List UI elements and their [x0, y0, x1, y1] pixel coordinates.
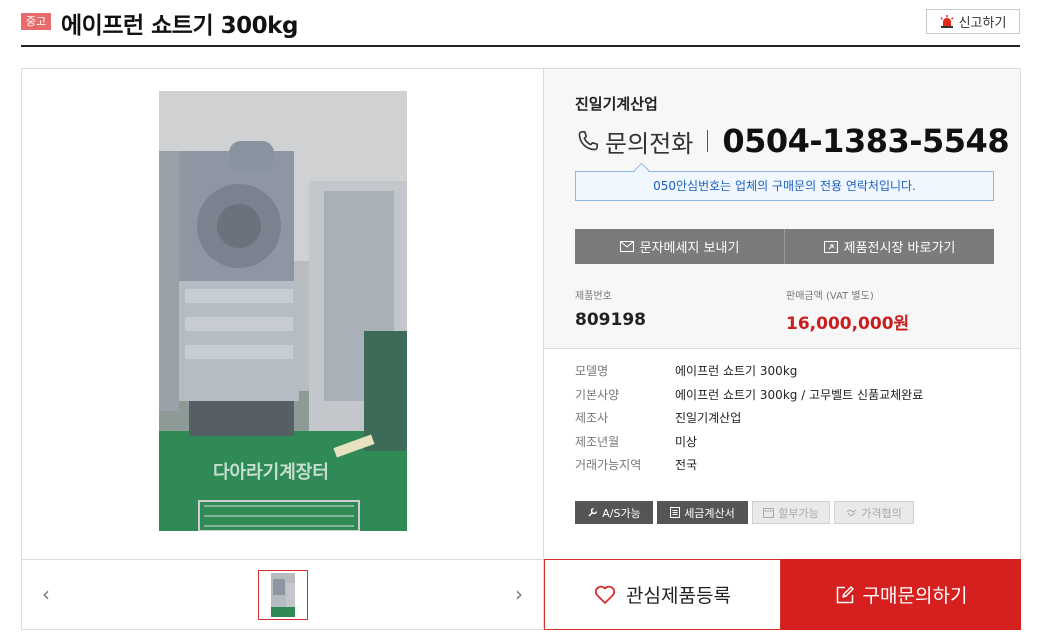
thumbnail-item[interactable]	[258, 570, 308, 620]
spec-row: 기본사양 에이프런 쇼트기 300kg / 고무벨트 신품교체완료	[575, 383, 995, 407]
spec-value: 에이프런 쇼트기 300kg / 고무벨트 신품교체완료	[675, 387, 924, 402]
wishlist-button[interactable]: 관심제품등록	[544, 559, 781, 630]
report-button[interactable]: 신고하기	[926, 9, 1020, 34]
page-header: 중고 에이프런 쇼트기 300kg 신고하기	[21, 0, 1020, 47]
tag-label: 가격협의	[861, 506, 902, 520]
spec-key: 기본사양	[575, 387, 620, 402]
inquiry-button[interactable]: 구매문의하기	[781, 559, 1021, 630]
chevron-right-icon: ›	[515, 582, 523, 606]
spec-row: 제조사 진일기계산업	[575, 406, 995, 430]
showroom-label: 제품전시장 바로가기	[843, 241, 956, 256]
used-badge: 중고	[21, 13, 51, 30]
send-message-button[interactable]: 문자메세지 보내기	[575, 229, 784, 264]
phone-number[interactable]: 0504-1383-5548	[722, 122, 1009, 160]
product-number: 809198	[575, 310, 646, 330]
info-panel: 진일기계산업 문의전화 0504-1383-5548 050안심번호는 업체의 …	[544, 69, 1020, 559]
heart-icon	[595, 585, 616, 604]
spec-value: 전국	[675, 458, 698, 473]
external-link-icon	[823, 240, 838, 253]
product-panel: 다아라기계장터 ‹ › 진일기계산업 문의전화 0504-1383-5548 0…	[21, 68, 1021, 630]
tag-label: A/S가능	[602, 506, 641, 520]
phone-divider	[707, 130, 709, 152]
spec-key: 거래가능지역	[575, 458, 642, 473]
tag-installment: 할부가능	[752, 501, 830, 524]
feature-tags: A/S가능 세금계산서 할부가능 가격협의	[575, 501, 914, 524]
tag-price-negotiable: 가격협의	[834, 501, 914, 524]
photo-watermark: 다아라기계장터	[213, 462, 329, 483]
send-message-label: 문자메세지 보내기	[639, 241, 740, 256]
spec-row: 모델명 에이프런 쇼트기 300kg	[575, 359, 995, 383]
siren-icon	[940, 14, 954, 28]
handshake-icon	[846, 509, 857, 517]
spec-list: 모델명 에이프런 쇼트기 300kg 기본사양 에이프런 쇼트기 300kg /…	[575, 359, 995, 477]
receipt-icon	[670, 507, 681, 518]
tag-label: 세금계산서	[684, 506, 735, 520]
next-image-button[interactable]: ›	[509, 582, 529, 606]
bottom-actions: 관심제품등록 구매문의하기	[544, 559, 1021, 630]
tag-tax-invoice: 세금계산서	[657, 501, 748, 524]
inquiry-label: 구매문의하기	[862, 585, 968, 607]
spec-key: 제조사	[575, 411, 609, 426]
phone-row: 문의전화 0504-1383-5548	[575, 119, 1010, 163]
tag-label: 할부가능	[778, 506, 819, 520]
report-label: 신고하기	[958, 16, 1007, 31]
contact-actions: 문자메세지 보내기 제품전시장 바로가기	[575, 229, 994, 264]
company-name: 진일기계산업	[575, 95, 658, 113]
contact-section: 진일기계산업 문의전화 0504-1383-5548 050안심번호는 업체의 …	[544, 69, 1020, 349]
spec-key: 모델명	[575, 364, 609, 379]
prev-image-button[interactable]: ‹	[36, 582, 56, 606]
thumbnail-bar: ‹ ›	[22, 559, 544, 629]
tag-as-available: A/S가능	[575, 501, 653, 524]
spec-key: 제조년월	[575, 434, 620, 449]
edit-icon	[836, 585, 854, 603]
spec-value: 에이프런 쇼트기 300kg	[675, 364, 798, 379]
wishlist-label: 관심제품등록	[626, 585, 731, 607]
wrench-icon	[588, 507, 598, 517]
product-number-label: 제품번호	[575, 291, 612, 302]
thumbnail-image	[259, 571, 307, 619]
chevron-left-icon: ‹	[42, 582, 50, 606]
spec-row: 거래가능지역 전국	[575, 453, 995, 477]
spec-row: 제조년월 미상	[575, 430, 995, 454]
page-title: 에이프런 쇼트기 300kg	[61, 13, 298, 39]
price: 16,000,000원	[786, 314, 910, 334]
product-photo[interactable]: 다아라기계장터	[159, 91, 407, 531]
showroom-button[interactable]: 제품전시장 바로가기	[784, 229, 994, 264]
phone-icon	[578, 130, 599, 151]
price-label: 판매금액 (VAT 별도)	[786, 291, 874, 302]
spec-value: 진일기계산업	[675, 411, 742, 426]
phone-label: 문의전화	[605, 129, 694, 158]
gallery: 다아라기계장터	[22, 69, 544, 559]
spec-value: 미상	[675, 434, 698, 449]
calendar-icon	[763, 508, 775, 518]
envelope-icon	[619, 241, 634, 252]
